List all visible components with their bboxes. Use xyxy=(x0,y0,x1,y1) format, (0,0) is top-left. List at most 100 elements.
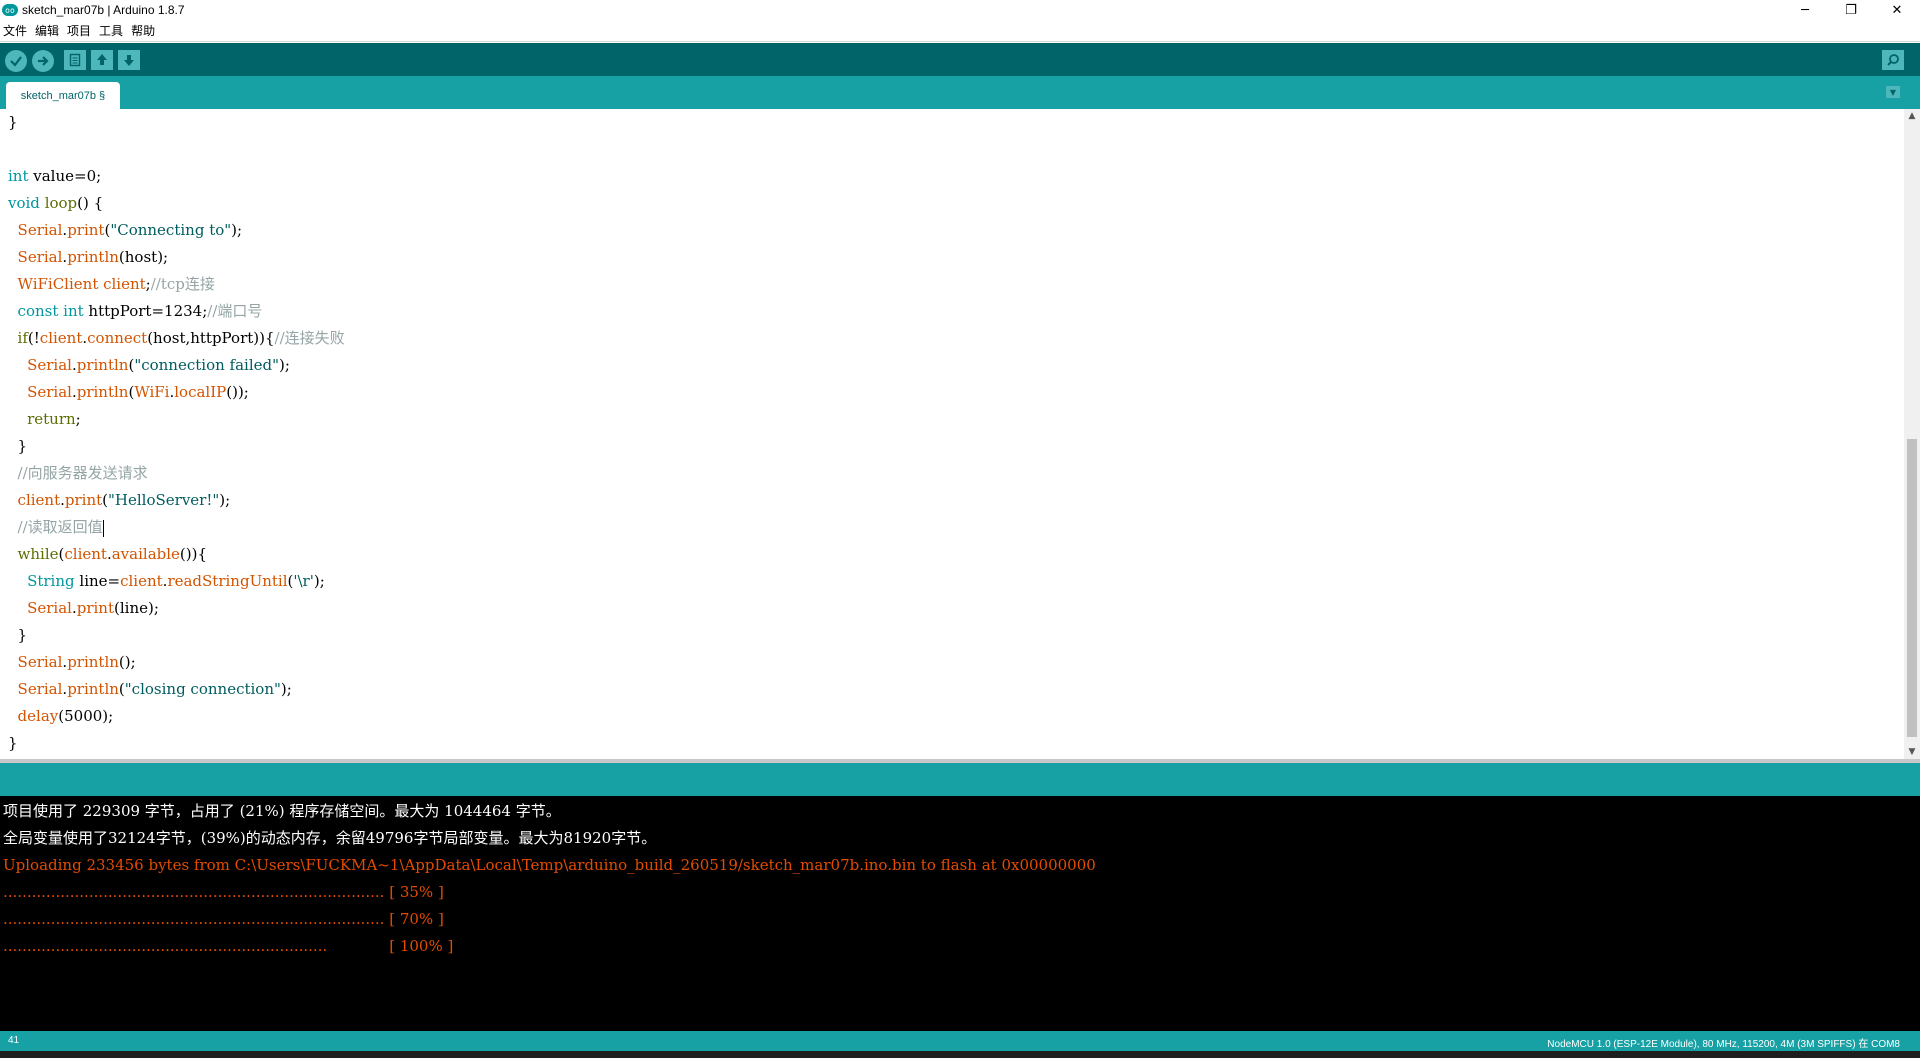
code-token: ()){ xyxy=(179,545,208,563)
code-token: while xyxy=(17,545,59,563)
code-token: (5000); xyxy=(58,707,114,725)
code-line: Serial.println(); xyxy=(8,649,136,676)
new-sketch-button[interactable] xyxy=(64,50,86,70)
code-line: } xyxy=(8,433,28,460)
code-token: Serial xyxy=(17,680,63,698)
code-token: httpPort=1234; xyxy=(83,302,208,320)
tab-menu-button[interactable]: ▼ xyxy=(1886,86,1900,98)
code-token: Serial xyxy=(17,221,63,239)
code-token: WiFiClient client xyxy=(17,275,146,293)
code-token: value=0; xyxy=(28,167,102,185)
code-token: println xyxy=(67,248,119,266)
code-token: } xyxy=(8,437,28,455)
code-token: Serial xyxy=(17,653,63,671)
scrollbar-thumb[interactable] xyxy=(1907,439,1917,737)
menu-edit[interactable]: 编辑 xyxy=(31,22,63,39)
code-token: available xyxy=(111,545,180,563)
console-line: 全局变量使用了32124字节，(39%)的动态内存，余留49796字节局部变量。… xyxy=(3,829,657,847)
board-info: NodeMCU 1.0 (ESP-12E Module), 80 MHz, 11… xyxy=(1547,1039,1900,1050)
code-token: line= xyxy=(74,572,121,590)
code-line: //读取返回值 xyxy=(8,514,104,541)
code-token: (! xyxy=(27,329,40,347)
code-token: ); xyxy=(280,680,292,698)
code-line: String line=client.readStringUntil('\r')… xyxy=(8,568,325,595)
code-token: client xyxy=(17,491,61,509)
chevron-down-icon: ▼ xyxy=(1889,87,1897,97)
code-line: } xyxy=(8,730,18,757)
tab-sketch[interactable]: sketch_mar07b § xyxy=(6,82,120,109)
save-button[interactable] xyxy=(118,50,140,70)
open-button[interactable] xyxy=(91,50,113,70)
code-line: delay(5000); xyxy=(8,703,114,730)
code-line: Serial.print("Connecting to"); xyxy=(8,217,243,244)
code-token: "HelloServer!" xyxy=(108,491,220,509)
code-token: int xyxy=(63,302,84,320)
console-line: ........................................… xyxy=(3,883,444,901)
window-title: sketch_mar07b | Arduino 1.8.7 xyxy=(22,3,185,17)
footer-bar: 41 NodeMCU 1.0 (ESP-12E Module), 80 MHz,… xyxy=(0,1031,1920,1051)
line-number: 41 xyxy=(8,1035,20,1046)
code-token: print xyxy=(64,491,103,509)
code-line: Serial.println(host); xyxy=(8,244,169,271)
code-token: println xyxy=(76,356,129,374)
taskbar xyxy=(0,1051,1920,1058)
code-line: } xyxy=(8,622,28,649)
code-token: delay xyxy=(17,707,59,725)
upload-button[interactable] xyxy=(32,50,54,72)
code-line: while(client.available()){ xyxy=(8,541,207,568)
code-token: return xyxy=(27,410,76,428)
code-editor[interactable]: } int value=0; void loop() { Serial.print(… xyxy=(0,109,1902,759)
code-token: //端口号 xyxy=(207,302,263,320)
code-token: readStringUntil xyxy=(167,572,288,590)
code-token: (); xyxy=(118,653,136,671)
code-token: "connection failed" xyxy=(134,356,279,374)
code-token: if xyxy=(17,329,28,347)
code-token: ); xyxy=(231,221,243,239)
code-line: WiFiClient client;//tcp连接 xyxy=(8,271,215,298)
menu-sketch[interactable]: 项目 xyxy=(63,22,95,39)
text-caret xyxy=(102,519,104,537)
minimize-button[interactable]: ─ xyxy=(1782,0,1828,20)
verify-button[interactable] xyxy=(5,50,27,72)
code-token: String xyxy=(27,572,75,590)
console-line: ........................................… xyxy=(3,910,444,928)
code-token: Serial xyxy=(27,599,72,617)
code-token: localIP xyxy=(174,383,227,401)
restore-button[interactable]: ❐ xyxy=(1828,0,1874,20)
code-token: const xyxy=(17,302,59,320)
code-token: println xyxy=(67,680,119,698)
code-token: ); xyxy=(279,356,290,374)
code-token: //向服务器发送请求 xyxy=(17,464,148,482)
code-token: (host); xyxy=(118,248,169,266)
menu-help[interactable]: 帮助 xyxy=(127,22,159,39)
code-token: } xyxy=(8,626,28,644)
scroll-up-icon[interactable]: ▲ xyxy=(1904,109,1920,123)
arrow-up-icon xyxy=(97,54,107,65)
code-line: Serial.println("closing connection"); xyxy=(8,676,292,703)
close-button[interactable]: ✕ xyxy=(1874,0,1920,20)
editor-scrollbar[interactable]: ▲ ▼ xyxy=(1904,109,1920,759)
menu-tools[interactable]: 工具 xyxy=(95,22,127,39)
magnifier-icon xyxy=(1887,54,1899,66)
checkmark-icon xyxy=(10,56,22,67)
code-line: void loop() { xyxy=(8,190,103,217)
code-line: Serial.print(line); xyxy=(8,595,159,622)
code-line: const int httpPort=1234;//端口号 xyxy=(8,298,263,325)
code-token: client xyxy=(64,545,107,563)
serial-monitor-button[interactable] xyxy=(1882,50,1904,70)
status-bar xyxy=(0,763,1920,796)
scroll-down-icon[interactable]: ▼ xyxy=(1904,745,1920,759)
menu-file[interactable]: 文件 xyxy=(0,22,31,39)
